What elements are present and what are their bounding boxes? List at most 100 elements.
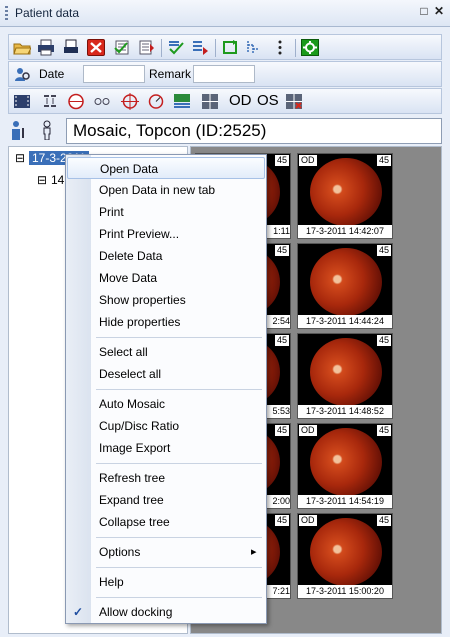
thumbnail[interactable]: 45 17-3-2011 14:48:52 xyxy=(297,333,393,419)
menu-item-label: Open Data in new tab xyxy=(99,183,216,197)
os-button[interactable]: OS xyxy=(257,92,279,109)
menu-item-open-data-new-tab[interactable]: Open Data in new tab xyxy=(67,179,265,201)
menu-item-label: Hide properties xyxy=(99,315,181,329)
toolbar-separator xyxy=(161,39,162,57)
grid-icon[interactable] xyxy=(201,93,219,110)
video-icon[interactable] xyxy=(13,93,31,110)
angle-badge: 45 xyxy=(274,515,289,526)
menu-item-open-data[interactable]: Open Data xyxy=(67,157,265,179)
thumbnail[interactable]: OD 45 17-3-2011 14:54:19 xyxy=(297,423,393,509)
thumbnail[interactable]: OD 45 17-3-2011 15:00:20 xyxy=(297,513,393,599)
refresh-icon[interactable] xyxy=(221,39,239,56)
menu-item-label: Open Data xyxy=(100,162,159,176)
main-toolbar xyxy=(8,34,442,60)
grid-delete-icon[interactable] xyxy=(285,93,303,110)
move-icon[interactable] xyxy=(191,39,209,56)
menu-item-delete-data[interactable]: Delete Data xyxy=(67,245,265,267)
image-toolbar: OD OS xyxy=(8,88,442,114)
alignment-icon[interactable] xyxy=(41,93,59,110)
toolbar-separator xyxy=(215,39,216,57)
thumbnail[interactable]: 45 17-3-2011 14:44:24 xyxy=(297,243,393,329)
menu-item-label: Move Data xyxy=(99,271,158,285)
close-icon[interactable]: ✕ xyxy=(432,4,446,18)
target-icon[interactable] xyxy=(121,93,139,110)
menu-item-label: Delete Data xyxy=(99,249,163,263)
menu-item-select-all[interactable]: Select all xyxy=(67,341,265,363)
delete-icon[interactable] xyxy=(87,39,105,56)
fundus-image xyxy=(310,338,382,406)
patient-name-field: Mosaic, Topcon (ID:2525) xyxy=(66,118,442,144)
thumbnail-caption: 17-3-2011 15:00:20 xyxy=(298,585,392,598)
thumbnail-caption: 17-3-2011 14:54:19 xyxy=(298,495,392,508)
menu-item-label: Options xyxy=(99,545,141,559)
angle-badge: 45 xyxy=(274,335,289,346)
tree-icon[interactable] xyxy=(245,39,263,56)
tree-node-child[interactable]: 14 xyxy=(51,173,64,187)
date-input[interactable] xyxy=(83,65,145,83)
print-icon[interactable] xyxy=(37,39,55,56)
print-preview-icon[interactable] xyxy=(63,39,81,56)
angle-badge: 45 xyxy=(376,155,391,166)
menu-item-image-export[interactable]: Image Export xyxy=(67,437,265,459)
disc-icon[interactable] xyxy=(67,93,85,110)
menu-item-print-preview[interactable]: Print Preview... xyxy=(67,223,265,245)
search-user-icon[interactable] xyxy=(13,66,31,83)
menu-item-collapse-tree[interactable]: Collapse tree xyxy=(67,511,265,533)
context-menu: Open Data Open Data in new tab Print Pri… xyxy=(65,154,267,624)
fundus-image xyxy=(310,428,382,496)
angle-badge: 45 xyxy=(376,245,391,256)
date-label: Date xyxy=(39,67,65,81)
more-icon[interactable] xyxy=(271,39,289,56)
eye-badge: OD xyxy=(299,515,317,526)
focus-icon[interactable] xyxy=(147,93,165,110)
eyes-icon[interactable] xyxy=(93,93,111,110)
menu-separator xyxy=(96,537,262,538)
menu-item-deselect-all[interactable]: Deselect all xyxy=(67,363,265,385)
eye-badge: OD xyxy=(299,155,317,166)
tree-expand-child-icon[interactable]: ⊟ xyxy=(37,173,47,187)
od-button[interactable]: OD xyxy=(229,92,252,109)
menu-item-print[interactable]: Print xyxy=(67,201,265,223)
menu-item-label: Help xyxy=(99,575,124,589)
settings-icon[interactable] xyxy=(301,39,319,56)
menu-item-label: Cup/Disc Ratio xyxy=(99,419,180,433)
menu-item-auto-mosaic[interactable]: Auto Mosaic xyxy=(67,393,265,415)
export-icon[interactable] xyxy=(137,39,155,56)
check-arrow-icon[interactable] xyxy=(167,39,185,56)
select-check-icon[interactable] xyxy=(113,39,131,56)
menu-item-cup-disc-ratio[interactable]: Cup/Disc Ratio xyxy=(67,415,265,437)
menu-separator xyxy=(96,597,262,598)
menu-item-label: Print Preview... xyxy=(99,227,180,241)
checkmark-icon: ✓ xyxy=(73,605,84,619)
menu-item-allow-docking[interactable]: ✓ Allow docking xyxy=(67,601,265,623)
layers-icon[interactable] xyxy=(173,93,191,110)
menu-separator xyxy=(96,567,262,568)
menu-item-hide-properties[interactable]: Hide properties xyxy=(67,311,265,333)
fundus-image xyxy=(310,518,382,586)
menu-item-expand-tree[interactable]: Expand tree xyxy=(67,489,265,511)
angle-badge: 45 xyxy=(274,245,289,256)
remark-input[interactable] xyxy=(193,65,255,83)
pin-icon[interactable]: □ xyxy=(417,4,431,18)
fundus-image xyxy=(310,158,382,226)
menu-item-help[interactable]: Help xyxy=(67,571,265,593)
eye-badge: OD xyxy=(299,425,317,436)
person-icon[interactable] xyxy=(40,120,58,141)
panel-title: Patient data xyxy=(15,6,80,20)
open-folder-icon[interactable] xyxy=(13,39,32,56)
angle-badge: 45 xyxy=(274,155,289,166)
thumbnail[interactable]: OD 45 17-3-2011 14:42:07 xyxy=(297,153,393,239)
fundus-image xyxy=(310,248,382,316)
tree-expand-root-icon[interactable]: ⊟ xyxy=(15,151,25,165)
thumbnail-caption: 17-3-2011 14:48:52 xyxy=(298,405,392,418)
grip-icon[interactable] xyxy=(5,6,8,20)
menu-item-show-properties[interactable]: Show properties xyxy=(67,289,265,311)
menu-item-label: Allow docking xyxy=(99,605,173,619)
menu-item-move-data[interactable]: Move Data xyxy=(67,267,265,289)
angle-badge: 45 xyxy=(274,425,289,436)
menu-item-options[interactable]: Options ▸ xyxy=(67,541,265,563)
menu-item-refresh-tree[interactable]: Refresh tree xyxy=(67,467,265,489)
angle-badge: 45 xyxy=(376,515,391,526)
menu-item-label: Deselect all xyxy=(99,367,162,381)
menu-item-label: Expand tree xyxy=(99,493,164,507)
